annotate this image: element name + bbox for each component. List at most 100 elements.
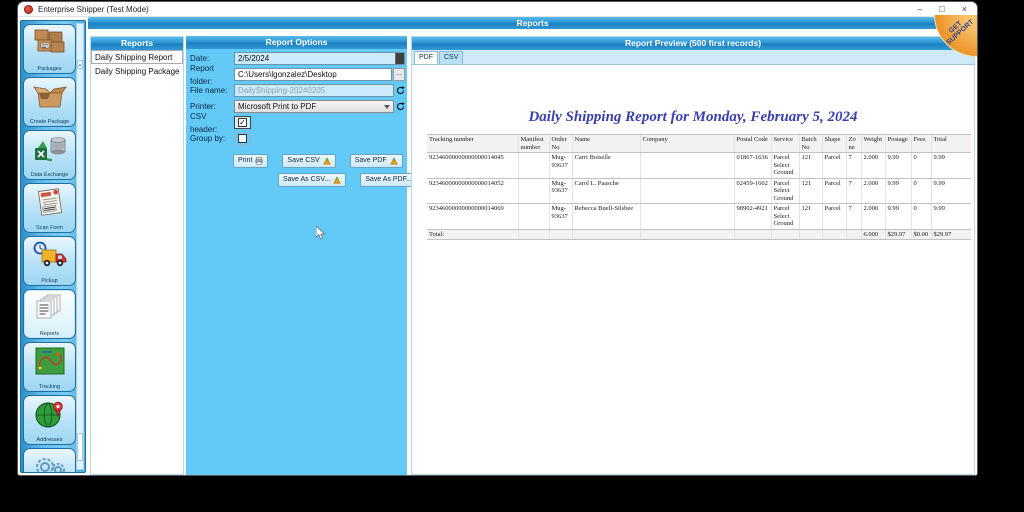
save-as-csv-button[interactable]: Save As CSV... bbox=[278, 173, 347, 187]
print-button[interactable]: Print bbox=[233, 154, 269, 168]
refresh-icon bbox=[396, 86, 405, 95]
table-cell: 01867-1636 bbox=[733, 152, 771, 179]
report-preview-panel: Report Preview (500 first records) PDF C… bbox=[411, 36, 975, 475]
table-cell: 121 bbox=[798, 203, 822, 230]
refresh-file-name-button[interactable] bbox=[396, 86, 405, 95]
date-input[interactable]: 2/5/2024 bbox=[234, 52, 405, 65]
checkbox-unchecked bbox=[238, 134, 247, 143]
sidebar-label: Data Exchange bbox=[30, 172, 69, 178]
table-cell bbox=[517, 203, 549, 230]
save-as-pdf-label: Save As PDF... bbox=[365, 176, 412, 183]
main-area: Reports Reports Daily Shipping Report Da… bbox=[88, 17, 977, 475]
sidebar-item-scan-form[interactable]: Scan Form bbox=[23, 183, 76, 233]
save-pdf-label: Save PDF bbox=[354, 157, 387, 164]
sidebar-item-tracking[interactable]: Tracking bbox=[23, 342, 76, 392]
printer-select[interactable]: Microsoft Print to PDF bbox=[234, 100, 394, 113]
table-cell bbox=[639, 203, 734, 230]
column-header: Zone bbox=[845, 134, 861, 153]
table-cell bbox=[770, 229, 799, 240]
report-preview-header: Report Preview (500 first records) bbox=[412, 37, 974, 50]
reports-icon bbox=[32, 293, 68, 328]
reports-panel-header: Reports bbox=[91, 37, 183, 50]
sidebar-item-settings[interactable] bbox=[23, 448, 76, 472]
tab-csv[interactable]: CSV bbox=[439, 51, 464, 64]
refresh-icon bbox=[396, 102, 405, 111]
total-total: $29.97 bbox=[930, 229, 971, 240]
close-button[interactable]: × bbox=[962, 2, 967, 16]
column-header: Postage bbox=[884, 134, 911, 153]
sidebar-scrollbar[interactable]: ▲ bbox=[76, 23, 84, 470]
report-options-panel: Report Options Date: 2/5/2024 Report fol… bbox=[186, 36, 428, 475]
sidebar-item-packages[interactable]: Packages bbox=[23, 24, 76, 74]
list-item-daily-shipping-report[interactable]: Daily Shipping Report bbox=[91, 50, 183, 64]
table-cell bbox=[571, 229, 640, 240]
table-cell bbox=[821, 229, 846, 240]
report-options-body: Date: 2/5/2024 Report folder: C:\Users\l… bbox=[186, 49, 428, 475]
table-cell: Mug-93637 bbox=[548, 152, 572, 179]
tab-pdf[interactable]: PDF bbox=[414, 51, 438, 64]
reports-list-panel: Reports Daily Shipping Report Daily Ship… bbox=[90, 36, 184, 475]
sidebar-item-create-package[interactable]: Create Package bbox=[23, 77, 76, 127]
table-cell: 7 bbox=[845, 178, 861, 204]
table-cell: Carri Boiselle bbox=[571, 152, 640, 179]
minimize-button[interactable]: – bbox=[917, 2, 922, 16]
save-pdf-button[interactable]: Save PDF bbox=[349, 154, 403, 168]
panels: Reports Daily Shipping Report Daily Ship… bbox=[88, 36, 977, 475]
pdf-preview-page: Daily Shipping Report for Monday, Februa… bbox=[412, 65, 974, 474]
calendar-dropdown-icon[interactable] bbox=[395, 53, 404, 64]
file-name-label: File name: bbox=[190, 86, 228, 95]
scrollbar-up-arrow-icon[interactable]: ▲ bbox=[77, 60, 83, 69]
sidebar-label: Scan Form bbox=[36, 225, 63, 231]
checkbox-checked: ✓ bbox=[238, 118, 247, 127]
column-header: Shape bbox=[821, 134, 846, 153]
report-list: Daily Shipping Report Daily Shipping Pac… bbox=[91, 50, 183, 474]
save-icon bbox=[323, 157, 331, 165]
group-by-checkbox[interactable] bbox=[234, 132, 251, 145]
column-header: Batch No bbox=[798, 134, 822, 153]
save-csv-label: Save CSV bbox=[287, 157, 320, 164]
sidebar-item-pickup[interactable]: Pickup bbox=[23, 236, 76, 286]
save-csv-button[interactable]: Save CSV bbox=[282, 154, 336, 168]
refresh-printers-button[interactable] bbox=[396, 102, 405, 111]
table-row: 92346000000000000014069 Mug-93637 Rebecc… bbox=[427, 203, 971, 230]
table-cell bbox=[548, 229, 572, 240]
list-item-daily-shipping-package-id[interactable]: Daily Shipping Package ID bbox=[91, 64, 183, 78]
report-folder-input[interactable]: C:\Users\lgonzalez\Desktop bbox=[234, 68, 392, 81]
table-cell: 0 bbox=[910, 152, 931, 179]
table-cell: 7 bbox=[845, 152, 861, 179]
maximize-button[interactable]: □ bbox=[939, 2, 944, 16]
file-name-input[interactable]: DailyShipping-20240205 bbox=[234, 84, 394, 97]
table-cell: Mug-93637 bbox=[548, 203, 572, 230]
table-cell: 02459-1602 bbox=[733, 178, 771, 204]
total-fees: $0.00 bbox=[910, 229, 931, 240]
settings-gears-icon bbox=[32, 452, 68, 472]
app-body: Packages Create Package Data Exchange Sc… bbox=[18, 17, 977, 475]
table-cell: 0 bbox=[910, 178, 931, 204]
sidebar-label: Addresses bbox=[36, 437, 63, 443]
table-cell: 92346000000000000014045 bbox=[427, 152, 518, 179]
table-cell: 9.99 bbox=[884, 203, 911, 230]
save-as-csv-label: Save As CSV... bbox=[283, 176, 331, 183]
total-weight: 6.000 bbox=[860, 229, 885, 240]
table-cell: 92346000000000000014069 bbox=[427, 203, 518, 230]
browse-folder-button[interactable]: ... bbox=[393, 68, 405, 81]
table-cell: 98902-4921 bbox=[733, 203, 771, 230]
pickup-truck-icon bbox=[32, 240, 68, 275]
sidebar-label: Tracking bbox=[39, 384, 60, 390]
table-cell: Parcel Select Ground bbox=[770, 152, 799, 179]
sidebar-item-reports[interactable]: Reports bbox=[23, 289, 76, 339]
csv-header-checkbox[interactable]: ✓ bbox=[234, 116, 251, 129]
date-value: 2/5/2024 bbox=[238, 54, 270, 63]
sidebar-item-addresses[interactable]: Addresses bbox=[23, 395, 76, 445]
sidebar: Packages Create Package Data Exchange Sc… bbox=[20, 20, 86, 473]
column-header: Service bbox=[770, 134, 799, 153]
table-cell bbox=[639, 229, 734, 240]
sidebar-item-data-exchange[interactable]: Data Exchange bbox=[23, 130, 76, 180]
table-cell: Parcel bbox=[821, 203, 846, 230]
save-icon bbox=[333, 176, 341, 184]
table-cell: 7 bbox=[845, 203, 861, 230]
scrollbar-thumb[interactable] bbox=[77, 433, 83, 461]
table-cell: 0 bbox=[910, 203, 931, 230]
table-cell: 9.99 bbox=[884, 152, 911, 179]
column-header: Total bbox=[930, 134, 971, 153]
